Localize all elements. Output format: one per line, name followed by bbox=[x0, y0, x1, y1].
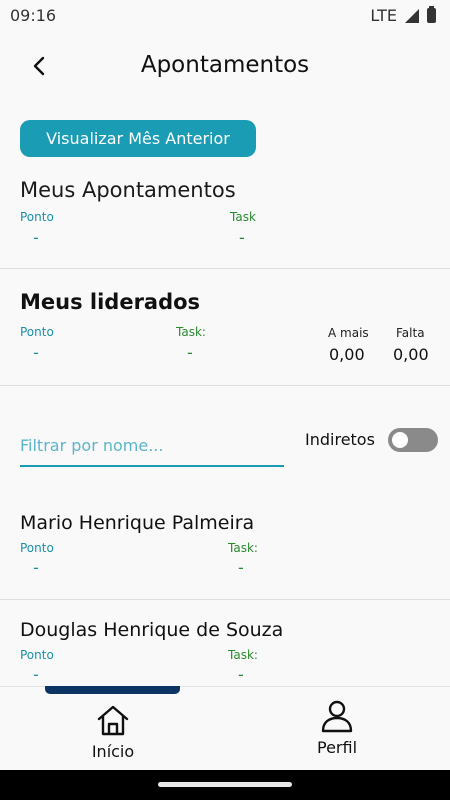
indirect-toggle-label: Indiretos bbox=[305, 430, 375, 449]
missing-hours-value: 0,00 bbox=[393, 345, 429, 364]
page-title: Apontamentos bbox=[140, 52, 310, 78]
previous-month-button[interactable]: Visualizar Mês Anterior bbox=[20, 120, 256, 157]
status-time: 09:16 bbox=[10, 6, 57, 25]
nav-label-profile: Perfil bbox=[316, 738, 358, 757]
toggle-knob bbox=[392, 432, 408, 448]
person-ponto-label: Ponto bbox=[20, 648, 54, 662]
person-icon bbox=[321, 700, 353, 733]
led-task-label: Task: bbox=[176, 325, 206, 339]
missing-hours-label: Falta bbox=[396, 326, 425, 340]
person-name[interactable]: Mario Henrique Palmeira bbox=[20, 512, 254, 534]
network-type: LTE bbox=[370, 6, 397, 25]
person-ponto-label: Ponto bbox=[20, 541, 54, 555]
name-filter-input[interactable] bbox=[20, 425, 284, 467]
person-task-label: Task: bbox=[228, 541, 258, 555]
led-ponto-label: Ponto bbox=[20, 325, 54, 339]
signal-icon bbox=[405, 8, 419, 23]
nav-label-home: Início bbox=[91, 742, 135, 761]
person-ponto-value: - bbox=[33, 665, 39, 684]
my-ponto-value: - bbox=[33, 228, 39, 247]
my-ponto-label: Ponto bbox=[20, 210, 54, 224]
extra-hours-label: A mais bbox=[328, 326, 369, 340]
person-task-value: - bbox=[238, 558, 244, 577]
home-icon bbox=[97, 705, 129, 736]
status-icons: LTE bbox=[370, 6, 436, 25]
divider bbox=[0, 385, 450, 386]
my-task-value: - bbox=[239, 228, 245, 247]
led-task-value: - bbox=[187, 343, 193, 362]
home-gesture-pill[interactable] bbox=[158, 782, 292, 787]
nav-item-home[interactable]: Início bbox=[60, 698, 166, 768]
status-bar: 09:16 LTE bbox=[0, 0, 450, 32]
divider bbox=[0, 599, 450, 600]
person-name[interactable]: Douglas Henrique de Souza bbox=[20, 619, 283, 641]
nav-item-profile[interactable]: Perfil bbox=[284, 696, 390, 766]
person-task-value: - bbox=[238, 665, 244, 684]
led-ponto-value: - bbox=[33, 343, 39, 362]
person-ponto-value: - bbox=[33, 558, 39, 577]
extra-hours-value: 0,00 bbox=[329, 345, 365, 364]
led-title: Meus liderados bbox=[20, 290, 201, 314]
my-task-label: Task bbox=[230, 210, 256, 224]
person-task-label: Task: bbox=[228, 648, 258, 662]
active-tab-indicator bbox=[45, 686, 180, 694]
my-records-title: Meus Apontamentos bbox=[20, 178, 236, 202]
battery-icon bbox=[427, 6, 436, 23]
divider bbox=[0, 268, 450, 269]
indirect-toggle[interactable] bbox=[388, 428, 438, 452]
